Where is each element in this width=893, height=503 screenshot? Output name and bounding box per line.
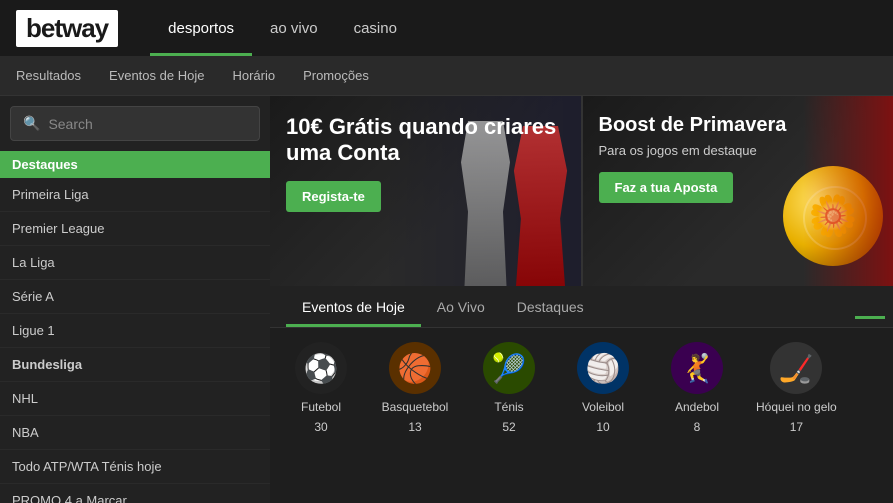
subnav-eventos-hoje[interactable]: Eventos de Hoje (109, 68, 204, 83)
sport-count-andebol: 8 (694, 420, 701, 434)
banner-right-title: Boost de Primavera (599, 114, 787, 137)
tabs-bar: Eventos de Hoje Ao Vivo Destaques (270, 286, 893, 328)
search-icon: 🔍 (23, 115, 40, 132)
green-accent-line (855, 316, 885, 319)
sidebar-section-destaques: Destaques (0, 151, 270, 178)
sidebar-item-bundesliga[interactable]: Bundesliga (0, 348, 270, 382)
main-layout: 🔍 Destaques Primeira Liga Premier League… (0, 96, 893, 503)
nav-tab-desportos[interactable]: desportos (150, 0, 252, 56)
banner-right-player (803, 96, 893, 286)
banner-left-button[interactable]: Regista-te (286, 181, 381, 212)
sport-item-futebol[interactable]: ⚽ Futebol 30 (286, 342, 356, 434)
sidebar-item-serie-a[interactable]: Série A (0, 280, 270, 314)
volleyball-icon: 🏐 (577, 342, 629, 394)
tab-eventos-hoje[interactable]: Eventos de Hoje (286, 286, 421, 327)
tab-ao-vivo[interactable]: Ao Vivo (421, 286, 501, 327)
sidebar-item-nba[interactable]: NBA (0, 416, 270, 450)
sub-nav: Resultados Eventos de Hoje Horário Promo… (0, 56, 893, 96)
sport-count-futebol: 30 (314, 420, 327, 434)
subnav-resultados[interactable]: Resultados (16, 68, 81, 83)
banner-right-button[interactable]: Faz a tua Aposta (599, 172, 734, 203)
sport-item-tenis[interactable]: 🎾 Ténis 52 (474, 342, 544, 434)
sidebar-item-ligue-1[interactable]: Ligue 1 (0, 314, 270, 348)
sport-count-voleibol: 10 (596, 420, 609, 434)
sports-row: ⚽ Futebol 30 🏀 Basquetebol 13 🎾 Ténis 52 (270, 328, 893, 444)
search-box[interactable]: 🔍 (10, 106, 260, 141)
sidebar-item-premier-league[interactable]: Premier League (0, 212, 270, 246)
sport-label-futebol: Futebol (301, 400, 341, 414)
sport-count-basquetebol: 13 (408, 420, 421, 434)
sport-item-basquetebol[interactable]: 🏀 Basquetebol 13 (380, 342, 450, 434)
sidebar-item-promo[interactable]: PROMO 4 a Marcar (0, 484, 270, 503)
sport-label-basquetebol: Basquetebol (382, 400, 449, 414)
sport-label-voleibol: Voleibol (582, 400, 624, 414)
banners: 10€ Grátis quando criares uma Conta Regi… (270, 96, 893, 286)
hockey-icon: 🏒 (770, 342, 822, 394)
content-area: 10€ Grátis quando criares uma Conta Regi… (270, 96, 893, 503)
banner-right-text: Boost de Primavera Para os jogos em dest… (599, 114, 787, 203)
banner-left-text: 10€ Grátis quando criares uma Conta Regi… (286, 114, 565, 212)
sidebar-item-la-liga[interactable]: La Liga (0, 246, 270, 280)
nav-tab-casino[interactable]: casino (336, 0, 415, 56)
tennis-icon: 🎾 (483, 342, 535, 394)
header: betway desportos ao vivo casino (0, 0, 893, 56)
basketball-icon: 🏀 (389, 342, 441, 394)
sport-item-andebol[interactable]: 🤾 Andebol 8 (662, 342, 732, 434)
subnav-horario[interactable]: Horário (232, 68, 275, 83)
sidebar-item-primeira-liga[interactable]: Primeira Liga (0, 178, 270, 212)
sport-count-hoquei: 17 (790, 420, 803, 434)
banner-left-title: 10€ Grátis quando criares uma Conta (286, 114, 565, 167)
nav-tab-ao-vivo[interactable]: ao vivo (252, 0, 336, 56)
handball-icon: 🤾 (671, 342, 723, 394)
banner-left: 10€ Grátis quando criares uma Conta Regi… (270, 96, 581, 286)
subnav-promocoes[interactable]: Promoções (303, 68, 369, 83)
sidebar: 🔍 Destaques Primeira Liga Premier League… (0, 96, 270, 503)
sidebar-item-tennis[interactable]: Todo ATP/WTA Ténis hoje (0, 450, 270, 484)
banner-right: Boost de Primavera Para os jogos em dest… (583, 96, 893, 286)
sport-label-tenis: Ténis (494, 400, 523, 414)
main-nav: desportos ao vivo casino (150, 0, 415, 56)
search-input[interactable] (48, 116, 247, 132)
tab-destaques[interactable]: Destaques (501, 286, 600, 327)
football-icon: ⚽ (295, 342, 347, 394)
banner-right-subtitle: Para os jogos em destaque (599, 143, 787, 158)
sport-item-hoquei[interactable]: 🏒 Hóquei no gelo 17 (756, 342, 837, 434)
sidebar-item-nhl[interactable]: NHL (0, 382, 270, 416)
sport-label-hoquei: Hóquei no gelo (756, 400, 837, 414)
sport-item-voleibol[interactable]: 🏐 Voleibol 10 (568, 342, 638, 434)
betway-logo[interactable]: betway (16, 10, 118, 47)
sport-label-andebol: Andebol (675, 400, 719, 414)
sport-count-tenis: 52 (502, 420, 515, 434)
